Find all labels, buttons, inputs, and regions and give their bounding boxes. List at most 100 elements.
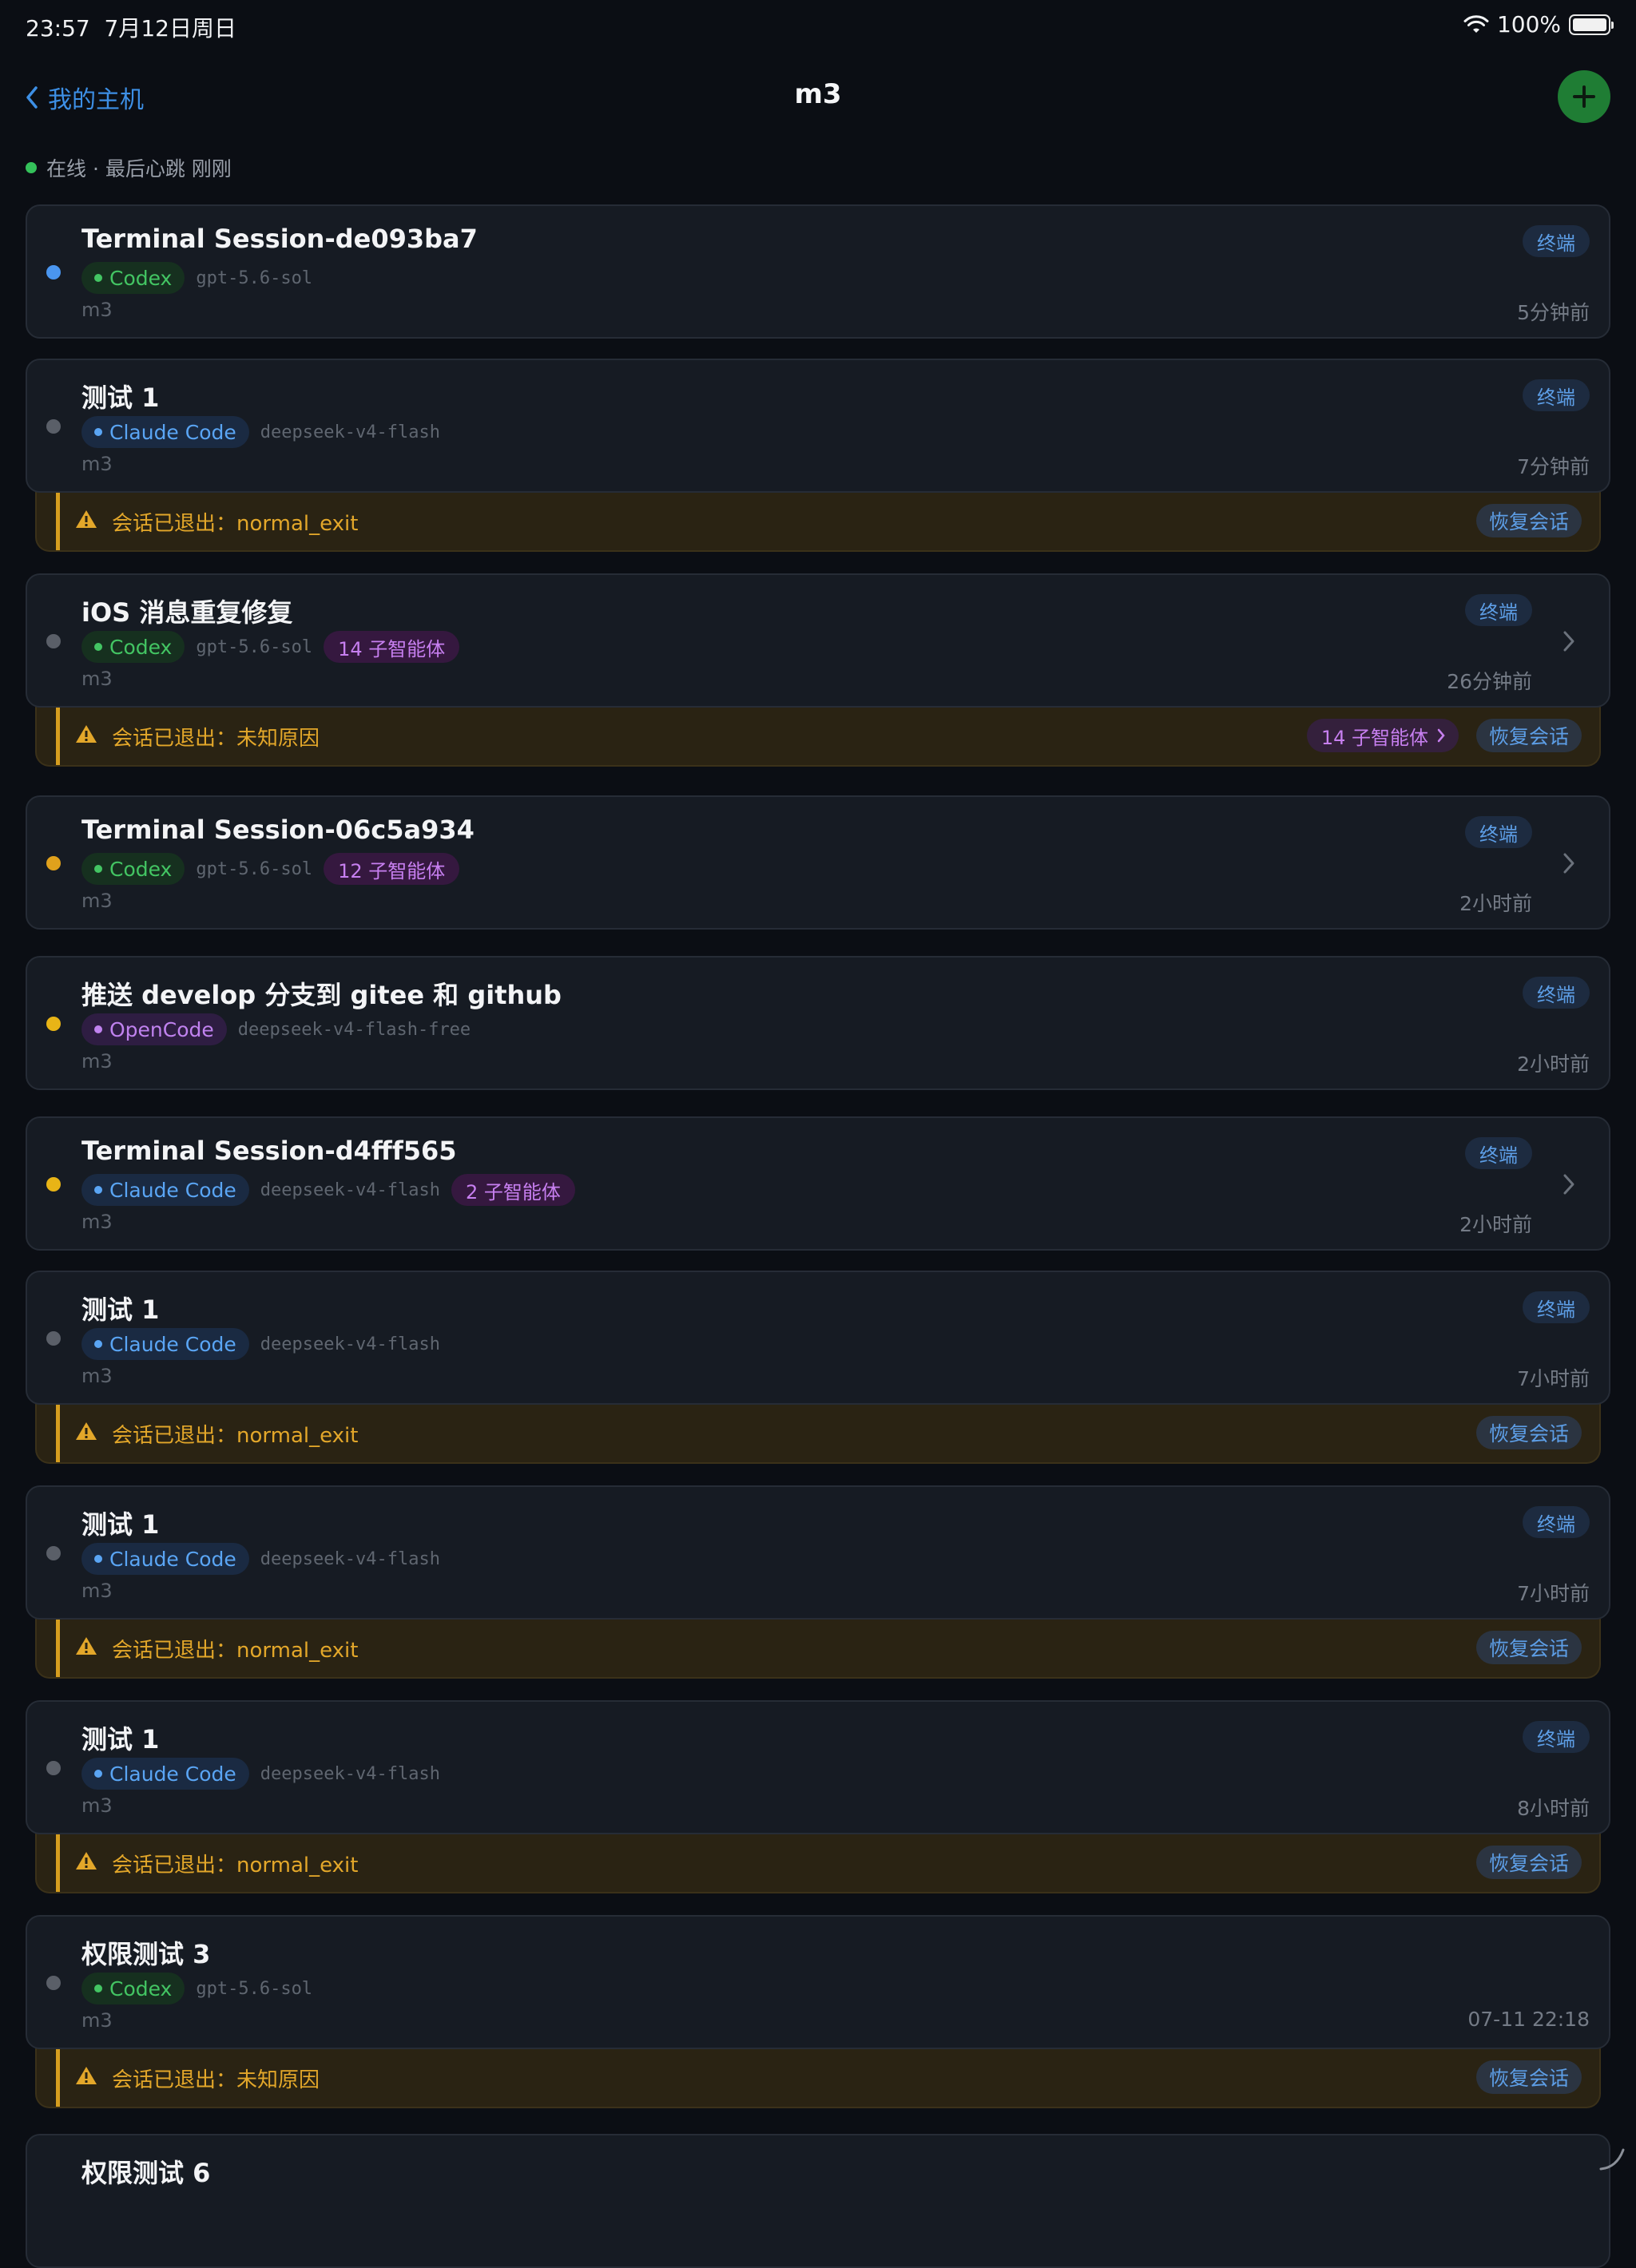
- session-time: 8小时前: [1517, 1797, 1590, 1820]
- terminal-badge[interactable]: 终端: [1523, 1721, 1590, 1753]
- terminal-badge[interactable]: 终端: [1465, 1137, 1532, 1169]
- terminal-badge[interactable]: 终端: [1523, 379, 1590, 411]
- warning-icon: [76, 1852, 97, 1870]
- session-card[interactable]: 测试 1 Claude Code deepseek-v4-flash m3 7分钟前 终端: [26, 359, 1610, 493]
- session-exit-banner: 会话已退出：normal_exit 恢复会话: [35, 1616, 1601, 1679]
- agent-badge: Codex: [81, 262, 185, 294]
- banner-message: 会话已退出：normal_exit: [112, 1639, 359, 1663]
- session-status-dot: [46, 1546, 61, 1560]
- session-status-dot: [46, 1761, 61, 1775]
- model-name: deepseek-v4-flash-free: [237, 1019, 471, 1040]
- session-card[interactable]: Terminal Session-de093ba7 Codex gpt-5.6-so…: [26, 204, 1610, 339]
- restore-session-button[interactable]: 恢复会话: [1475, 504, 1582, 537]
- session-host: m3: [81, 1211, 113, 1233]
- session-tags: Claude Code deepseek-v4-flash 2 子智能体: [81, 1174, 575, 1206]
- model-name: deepseek-v4-flash: [260, 1180, 440, 1200]
- session-exit-banner: 会话已退出：normal_exit 恢复会话: [35, 1402, 1601, 1464]
- banner-accent-bar: [56, 2046, 60, 2107]
- restore-session-button[interactable]: 恢复会话: [1475, 719, 1582, 752]
- session-tags: OpenCode deepseek-v4-flash-free: [81, 1013, 471, 1045]
- agent-label: OpenCode: [109, 1017, 214, 1041]
- terminal-badge[interactable]: 终端: [1523, 225, 1590, 257]
- host-status-text: 在线 · 最后心跳 刚刚: [46, 157, 232, 180]
- session-host: m3: [81, 890, 113, 912]
- agent-badge: Claude Code: [81, 1543, 249, 1575]
- session-title: 测试 1: [81, 1724, 160, 1755]
- status-right: 100%: [1463, 11, 1614, 38]
- session-card[interactable]: Terminal Session-06c5a934 Codex gpt-5.6-so…: [26, 795, 1610, 930]
- page-title: m3: [794, 78, 842, 110]
- session-card[interactable]: 权限测试 3 Codex gpt-5.6-sol m3 07-11 22:18: [26, 1915, 1610, 2049]
- session-host: m3: [81, 299, 113, 321]
- session-host: m3: [81, 1050, 113, 1073]
- session-title: Terminal Session-de093ba7: [81, 224, 478, 254]
- session-card[interactable]: 测试 1 Claude Code deepseek-v4-flash m3 8小时前 终端: [26, 1700, 1610, 1834]
- agent-dot: [94, 1186, 102, 1194]
- banner-message: 会话已退出：未知原因: [112, 727, 320, 751]
- session-title: 测试 1: [81, 383, 160, 413]
- restore-session-button[interactable]: 恢复会话: [1475, 1846, 1582, 1879]
- subagents-button[interactable]: 14 子智能体: [1306, 719, 1459, 752]
- agent-label: Claude Code: [109, 1178, 236, 1202]
- session-card[interactable]: 测试 1 Claude Code deepseek-v4-flash m3 7小时前 终端: [26, 1485, 1610, 1620]
- model-name: deepseek-v4-flash: [260, 1548, 440, 1569]
- session-host: m3: [81, 1365, 113, 1387]
- banner-message: 会话已退出：未知原因: [112, 2068, 320, 2092]
- session-status-dot: [46, 419, 61, 434]
- session-exit-banner: 会话已退出：normal_exit 恢复会话: [35, 490, 1601, 552]
- session-tags: Claude Code deepseek-v4-flash: [81, 1543, 440, 1575]
- session-card[interactable]: iOS 消息重复修复 Codex gpt-5.6-sol 14 子智能体 m3 26分钟前…: [26, 573, 1610, 708]
- warning-icon: [76, 725, 97, 743]
- session-time: 2小时前: [1459, 1213, 1532, 1236]
- session-time: 2小时前: [1517, 1053, 1590, 1076]
- agent-dot: [94, 1555, 102, 1563]
- status-time: 23:57 7月12日周日: [26, 15, 236, 42]
- session-status-dot: [46, 856, 61, 870]
- agent-badge: Claude Code: [81, 1328, 249, 1360]
- session-tags: Codex gpt-5.6-sol: [81, 262, 312, 294]
- chevron-right-icon: [1563, 853, 1574, 874]
- add-session-button[interactable]: [1558, 70, 1610, 123]
- session-title: 测试 1: [81, 1295, 160, 1325]
- banner-message: 会话已退出：normal_exit: [112, 512, 359, 536]
- session-host: m3: [81, 668, 113, 690]
- restore-session-button[interactable]: 恢复会话: [1475, 2060, 1582, 2094]
- session-card[interactable]: 测试 1 Claude Code deepseek-v4-flash m3 7小时前 终端: [26, 1271, 1610, 1405]
- session-status-dot: [46, 1017, 61, 1031]
- warning-icon: [76, 510, 97, 528]
- model-name: deepseek-v4-flash: [260, 1334, 440, 1354]
- banner-accent-bar: [56, 1831, 60, 1892]
- agent-label: Claude Code: [109, 420, 236, 444]
- session-host: m3: [81, 2009, 113, 2032]
- terminal-badge[interactable]: 终端: [1465, 816, 1532, 848]
- terminal-badge[interactable]: 终端: [1523, 1506, 1590, 1538]
- agent-dot: [94, 1985, 102, 1992]
- terminal-badge[interactable]: 终端: [1465, 594, 1532, 626]
- chevron-right-icon: [1437, 728, 1445, 743]
- restore-session-button[interactable]: 恢复会话: [1475, 1416, 1582, 1449]
- battery-percent: 100%: [1496, 11, 1561, 38]
- agent-label: Codex: [109, 1977, 173, 2000]
- agent-dot: [94, 1025, 102, 1033]
- agent-dot: [94, 1340, 102, 1348]
- agent-badge: OpenCode: [81, 1013, 227, 1045]
- session-card[interactable]: 权限测试 6: [26, 2134, 1610, 2268]
- session-card[interactable]: 推送 develop 分支到 gitee 和 github OpenCode dee…: [26, 956, 1610, 1090]
- agent-dot: [94, 428, 102, 436]
- terminal-badge[interactable]: 终端: [1523, 977, 1590, 1009]
- restore-session-button[interactable]: 恢复会话: [1475, 1631, 1582, 1664]
- session-time: 26分钟前: [1447, 670, 1532, 693]
- session-status-dot: [46, 1976, 61, 1990]
- battery-icon: [1569, 14, 1614, 35]
- agent-badge: Codex: [81, 1973, 185, 2004]
- session-status-dot: [46, 634, 61, 648]
- terminal-badge[interactable]: 终端: [1523, 1291, 1590, 1323]
- agent-badge: Claude Code: [81, 1174, 249, 1206]
- agent-badge: Claude Code: [81, 416, 249, 448]
- model-name: gpt-5.6-sol: [196, 268, 313, 288]
- session-tags: Claude Code deepseek-v4-flash: [81, 416, 440, 448]
- session-card[interactable]: Terminal Session-d4fff565 Claude Code deep…: [26, 1116, 1610, 1251]
- session-status-dot: [46, 265, 61, 280]
- online-dot: [26, 162, 37, 173]
- agent-dot: [94, 1770, 102, 1778]
